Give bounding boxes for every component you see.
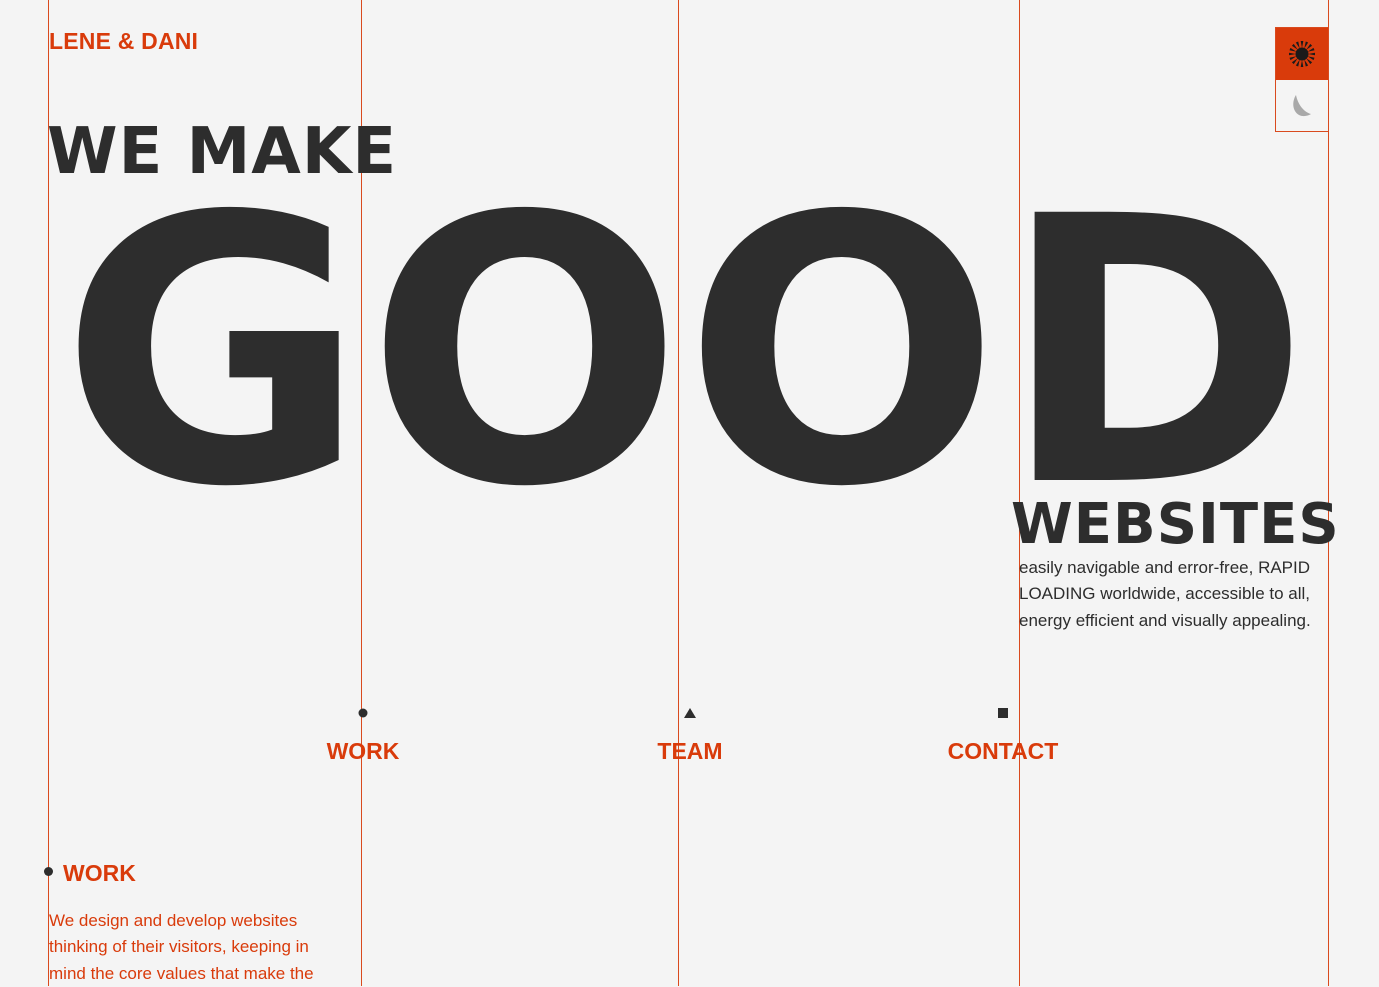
work-section-description: We design and develop websites thinking … (49, 911, 314, 983)
circle-icon (44, 867, 53, 876)
nav-label-work: WORK (326, 738, 400, 764)
nav-label-contact: CONTACT (947, 738, 1059, 764)
nav-item-work[interactable]: WORK (283, 704, 443, 765)
nav-label-team: TEAM (657, 738, 723, 764)
circle-icon (358, 708, 368, 718)
hero-line-websites: WEBSITES (1011, 492, 1340, 557)
triangle-icon (684, 708, 696, 718)
hero-tagline: easily navigable and error-free, RAPID L… (1019, 558, 1311, 630)
nav-item-team[interactable]: TEAM (610, 704, 770, 765)
square-icon (998, 708, 1008, 718)
work-section-title: WORK (63, 860, 136, 886)
nav-item-contact[interactable]: CONTACT (923, 704, 1083, 765)
